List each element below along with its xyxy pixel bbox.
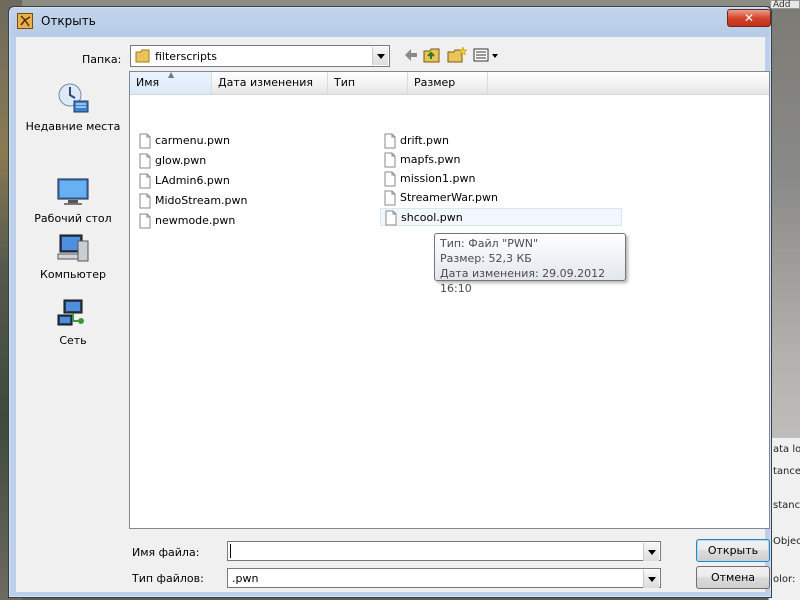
file-name: shcool.pwn (401, 211, 463, 224)
new-folder-icon (447, 46, 468, 63)
place-recent[interactable]: Недавние места (20, 81, 126, 133)
column-header-date[interactable]: Дата изменения (212, 72, 328, 94)
filetype-value: .pwn (232, 572, 259, 585)
places-bar: Недавние места Рабочий стол Компьютер Се… (20, 73, 126, 573)
background-add-button[interactable]: Add (770, 0, 800, 10)
tooltip-size: Размер: 52,3 КБ (440, 252, 532, 265)
file-name: MidoStream.pwn (155, 194, 248, 207)
background-item: ata lo (773, 444, 800, 455)
up-folder-button[interactable] (422, 46, 442, 64)
folder-dropdown[interactable]: filterscripts (130, 45, 390, 67)
list-item[interactable]: glow.pwn (139, 152, 259, 170)
filename-label: Имя файла: (132, 546, 200, 559)
background-item: tance (773, 466, 800, 477)
column-header-name[interactable]: ▲ Имя (130, 70, 212, 94)
network-icon (20, 299, 126, 332)
filetype-dropdown[interactable]: .pwn (227, 568, 661, 588)
folder-up-icon (423, 48, 440, 63)
list-item[interactable]: newmode.pwn (139, 212, 259, 230)
list-item[interactable]: MidoStream.pwn (139, 192, 259, 210)
tooltip-date: Дата изменения: 29.09.2012 16:10 (440, 267, 606, 295)
list-header: ▲ Имя Дата изменения Тип Размер (130, 70, 769, 95)
file-name: glow.pwn (155, 154, 207, 167)
cancel-button[interactable]: Отмена (696, 566, 770, 589)
place-label: Рабочий стол (34, 212, 112, 225)
title-bar[interactable]: Открыть ✕ (9, 7, 771, 35)
file-tooltip: Тип: Файл "PWN" Размер: 52,3 КБ Дата изм… (434, 233, 626, 295)
place-label: Компьютер (40, 268, 106, 281)
list-item[interactable]: mission1.pwn (384, 170, 524, 188)
background-item: Objec (773, 536, 800, 547)
arrow-left-icon (405, 49, 417, 61)
file-name: mapfs.pwn (400, 153, 461, 166)
list-item[interactable]: StreamerWar.pwn (384, 189, 524, 207)
chevron-down-icon[interactable] (643, 570, 659, 588)
list-item[interactable]: shcool.pwn (380, 208, 622, 226)
file-name: drift.pwn (400, 134, 450, 147)
file-name: StreamerWar.pwn (400, 191, 498, 204)
filename-input[interactable] (227, 541, 661, 561)
close-button[interactable]: ✕ (727, 9, 771, 27)
file-icon (385, 210, 397, 232)
column-label: Размер (414, 76, 456, 89)
open-button[interactable]: Открыть (696, 539, 770, 562)
place-label: Сеть (59, 334, 87, 347)
place-label: Недавние места (25, 120, 121, 133)
folder-label: Папка: (82, 53, 122, 66)
app-icon (17, 13, 33, 29)
column-label: Дата изменения (218, 76, 313, 89)
file-icon (139, 213, 151, 235)
view-list-icon (473, 48, 498, 62)
sort-up-icon: ▲ (168, 70, 175, 79)
text-caret (230, 544, 231, 558)
file-list[interactable]: ▲ Имя Дата изменения Тип Размер carmenu.… (129, 71, 770, 529)
folder-icon (135, 49, 151, 66)
dialog-title: Открыть (41, 14, 96, 28)
file-name: newmode.pwn (155, 214, 236, 227)
desktop-icon (20, 177, 126, 210)
dialog-body: Папка: filterscripts Недавние места Рабо… (16, 37, 770, 592)
list-item[interactable]: carmenu.pwn (139, 132, 259, 150)
tooltip-type: Тип: Файл "PWN" (440, 237, 539, 250)
chevron-down-icon[interactable] (372, 47, 388, 65)
place-computer[interactable]: Компьютер (20, 233, 126, 281)
background-side-panel: ata lo tance stanc Objec olor: (768, 438, 800, 600)
file-name: LAdmin6.pwn (155, 174, 230, 187)
recent-places-icon (20, 81, 126, 118)
list-item[interactable]: drift.pwn (384, 132, 524, 150)
background-item: olor: (773, 574, 796, 585)
place-network[interactable]: Сеть (20, 299, 126, 347)
list-item[interactable]: LAdmin6.pwn (139, 172, 259, 190)
new-folder-button[interactable] (446, 46, 468, 64)
folder-name: filterscripts (155, 50, 217, 63)
column-header-type[interactable]: Тип (328, 72, 408, 94)
list-item[interactable]: mapfs.pwn (384, 151, 524, 169)
column-header-size[interactable]: Размер (408, 72, 488, 94)
back-button[interactable] (402, 46, 420, 64)
views-menu-button[interactable] (472, 46, 502, 64)
file-name: carmenu.pwn (155, 134, 230, 147)
file-name: mission1.pwn (400, 172, 476, 185)
column-label: Имя (136, 76, 160, 89)
column-label: Тип (334, 76, 356, 89)
background-item: stanc (773, 500, 800, 511)
chevron-down-icon[interactable] (643, 543, 659, 561)
filetype-label: Тип файлов: (132, 572, 204, 585)
place-desktop[interactable]: Рабочий стол (20, 177, 126, 225)
computer-icon (20, 233, 126, 266)
open-file-dialog: Открыть ✕ Папка: filterscripts Недавние … (8, 6, 772, 598)
